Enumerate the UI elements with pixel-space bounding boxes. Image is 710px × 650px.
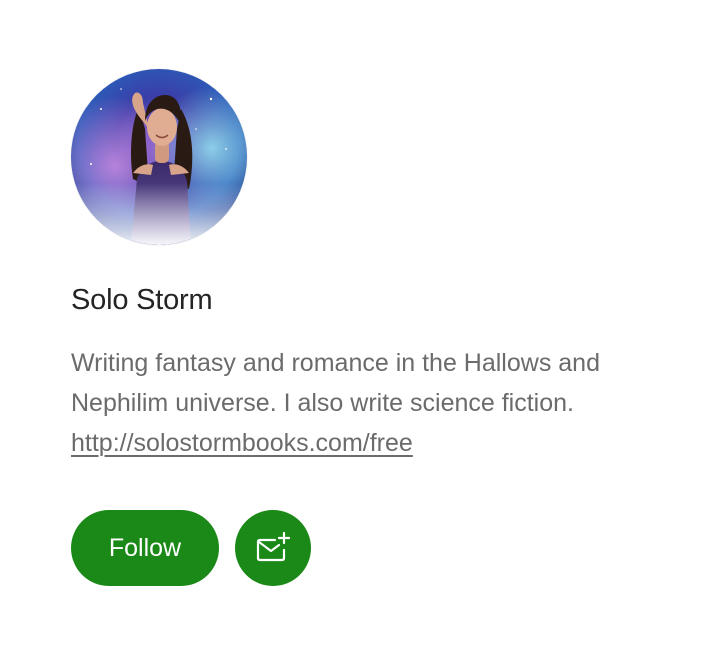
email-subscribe-button[interactable]: [235, 510, 311, 586]
author-avatar[interactable]: [71, 69, 247, 245]
author-card: Solo Storm Writing fantasy and romance i…: [0, 0, 710, 650]
bio-line: Nephilim universe. I also write science …: [71, 389, 574, 417]
avatar-image: [71, 69, 247, 245]
website-link[interactable]: http://solostormbooks.com/free: [71, 429, 413, 457]
author-name[interactable]: Solo Storm: [71, 281, 213, 319]
follow-button[interactable]: Follow: [71, 510, 219, 586]
mail-plus-icon: [256, 531, 291, 562]
bio-line: Writing fantasy and romance in the Hallo…: [71, 349, 600, 377]
bio-link-line: http://solostormbooks.com/free: [71, 423, 691, 463]
author-bio: Writing fantasy and romance in the Hallo…: [71, 343, 691, 463]
